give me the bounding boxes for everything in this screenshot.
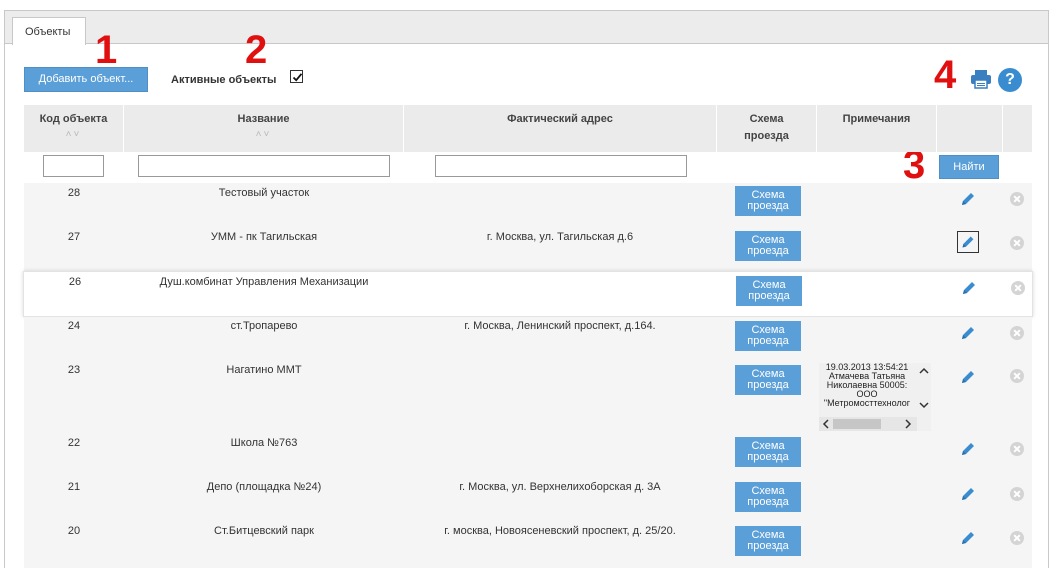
active-objects-checkbox[interactable] bbox=[290, 70, 303, 83]
scheme-button[interactable]: Схема проезда bbox=[735, 231, 801, 261]
delete-icon[interactable] bbox=[1010, 326, 1024, 340]
table-row[interactable]: 21 Депо (площадка №24) г. Москва, ул. Ве… bbox=[24, 478, 1032, 522]
delete-icon[interactable] bbox=[1010, 487, 1024, 501]
row-name: УММ - пк Тагильская bbox=[210, 231, 318, 243]
header-code[interactable]: Код объекта ˄˅ bbox=[24, 105, 124, 152]
row-name: ст.Тропарево bbox=[230, 320, 298, 332]
table-row[interactable]: 24 ст.Тропарево г. Москва, Ленинский про… bbox=[24, 317, 1032, 361]
header-name[interactable]: Название ˄˅ bbox=[124, 105, 404, 152]
row-code: 21 bbox=[67, 481, 81, 493]
table-header: Код объекта ˄˅ Название ˄˅ Фактический а… bbox=[24, 105, 1032, 152]
table-row[interactable]: 20 Ст.Битцевский парк г. москва, Новоясе… bbox=[24, 522, 1032, 568]
address-filter-input[interactable] bbox=[435, 155, 687, 177]
row-code: 24 bbox=[67, 320, 81, 332]
row-name: Школа №763 bbox=[230, 437, 298, 449]
notes-text: 19.03.2013 13:54:21 Атмачева Татьяна Ник… bbox=[823, 363, 911, 408]
notes-scrollbox[interactable]: 19.03.2013 13:54:21 Атмачева Татьяна Ник… bbox=[819, 363, 931, 431]
chevron-down-icon[interactable] bbox=[917, 401, 931, 411]
header-name-label: Название bbox=[237, 113, 290, 125]
edit-pencil-icon[interactable] bbox=[958, 277, 980, 299]
chevron-up-icon[interactable] bbox=[917, 367, 931, 377]
notes-vertical-scrollbar[interactable] bbox=[917, 363, 931, 417]
header-scheme-label: Схема проезда bbox=[744, 113, 789, 142]
edit-pencil-icon[interactable] bbox=[957, 366, 979, 388]
table-row[interactable]: 28 Тестовый участок Схема проезда bbox=[24, 183, 1032, 227]
notes-horizontal-scrollbar[interactable] bbox=[819, 417, 917, 431]
header-notes: Примечания bbox=[817, 105, 937, 152]
header-address-label: Фактический адрес bbox=[507, 113, 613, 125]
chevron-right-icon[interactable] bbox=[901, 417, 915, 435]
tab-bar: Объекты bbox=[5, 11, 1048, 45]
active-objects-label: Активные объекты bbox=[171, 74, 277, 86]
row-code: 20 bbox=[67, 525, 81, 537]
delete-icon[interactable] bbox=[1010, 442, 1024, 456]
row-code: 26 bbox=[68, 276, 82, 288]
header-edit bbox=[937, 105, 1003, 152]
row-address: г. Москва, Ленинский проспект, д.164. bbox=[464, 320, 656, 332]
scheme-button[interactable]: Схема проезда bbox=[735, 482, 801, 512]
edit-pencil-icon[interactable] bbox=[957, 188, 979, 210]
row-code: 22 bbox=[67, 437, 81, 449]
scheme-button[interactable]: Схема проезда bbox=[735, 437, 801, 467]
header-delete bbox=[1003, 105, 1032, 152]
add-object-button[interactable]: Добавить объект... bbox=[24, 67, 148, 92]
scheme-button[interactable]: Схема проезда bbox=[736, 276, 802, 306]
scheme-button[interactable]: Схема проезда bbox=[735, 365, 801, 395]
scheme-button[interactable]: Схема проезда bbox=[735, 186, 801, 216]
table-row[interactable]: 26 Душ.комбинат Управления Механизации С… bbox=[23, 271, 1033, 317]
row-code: 28 bbox=[67, 187, 81, 199]
sort-icon[interactable]: ˄˅ bbox=[124, 130, 403, 140]
help-icon[interactable]: ? bbox=[998, 68, 1022, 92]
row-name: Тестовый участок bbox=[218, 187, 310, 199]
row-code: 23 bbox=[67, 364, 81, 376]
delete-icon[interactable] bbox=[1010, 531, 1024, 545]
header-address: Фактический адрес bbox=[404, 105, 717, 152]
header-scheme: Схема проезда bbox=[717, 105, 817, 152]
annotation-marker-4: 4 bbox=[934, 53, 957, 97]
row-address: г. москва, Новоясеневский проспект, д. 2… bbox=[444, 525, 676, 537]
tab-objects[interactable]: Объекты bbox=[12, 17, 86, 45]
row-name: Нагатино ММТ bbox=[226, 364, 302, 376]
chevron-left-icon[interactable] bbox=[819, 417, 833, 435]
scheme-button[interactable]: Схема проезда bbox=[735, 321, 801, 351]
delete-icon[interactable] bbox=[1010, 369, 1024, 383]
sort-icon[interactable]: ˄˅ bbox=[24, 130, 123, 140]
table-row[interactable]: 22 Школа №763 Схема проезда bbox=[24, 434, 1032, 478]
edit-pencil-icon[interactable] bbox=[957, 438, 979, 460]
edit-pencil-icon[interactable] bbox=[957, 322, 979, 344]
delete-icon[interactable] bbox=[1010, 236, 1024, 250]
row-name: Душ.комбинат Управления Механизации bbox=[159, 276, 369, 288]
row-address: г. Москва, ул. Верхнелихоборская д. 3А bbox=[459, 481, 661, 493]
table-row[interactable]: 27 УММ - пк Тагильская г. Москва, ул. Та… bbox=[24, 227, 1032, 271]
table-row[interactable]: 23 Нагатино ММТ Схема проезда 19.03.2013… bbox=[24, 361, 1032, 434]
header-notes-label: Примечания bbox=[842, 113, 911, 125]
row-name: Депо (площадка №24) bbox=[206, 481, 322, 493]
checkmark-icon bbox=[292, 73, 303, 82]
print-icon[interactable] bbox=[970, 69, 992, 89]
row-address: г. Москва, ул. Тагильская д.6 bbox=[486, 231, 634, 243]
annotation-marker-1: 1 bbox=[95, 28, 118, 72]
delete-icon[interactable] bbox=[1011, 281, 1025, 295]
code-filter-input[interactable] bbox=[43, 155, 104, 177]
edit-pencil-icon[interactable] bbox=[957, 527, 979, 549]
scrollbar-thumb[interactable] bbox=[833, 419, 881, 429]
row-name: Ст.Битцевский парк bbox=[214, 525, 314, 537]
edit-pencil-icon[interactable] bbox=[957, 231, 979, 253]
row-code: 27 bbox=[67, 231, 81, 243]
annotation-marker-2: 2 bbox=[245, 28, 268, 72]
scheme-button[interactable]: Схема проезда bbox=[735, 526, 801, 556]
header-code-label: Код объекта bbox=[39, 113, 108, 125]
delete-icon[interactable] bbox=[1010, 192, 1024, 206]
name-filter-input[interactable] bbox=[138, 155, 390, 177]
find-button[interactable]: Найти bbox=[939, 155, 999, 179]
edit-pencil-icon[interactable] bbox=[957, 483, 979, 505]
